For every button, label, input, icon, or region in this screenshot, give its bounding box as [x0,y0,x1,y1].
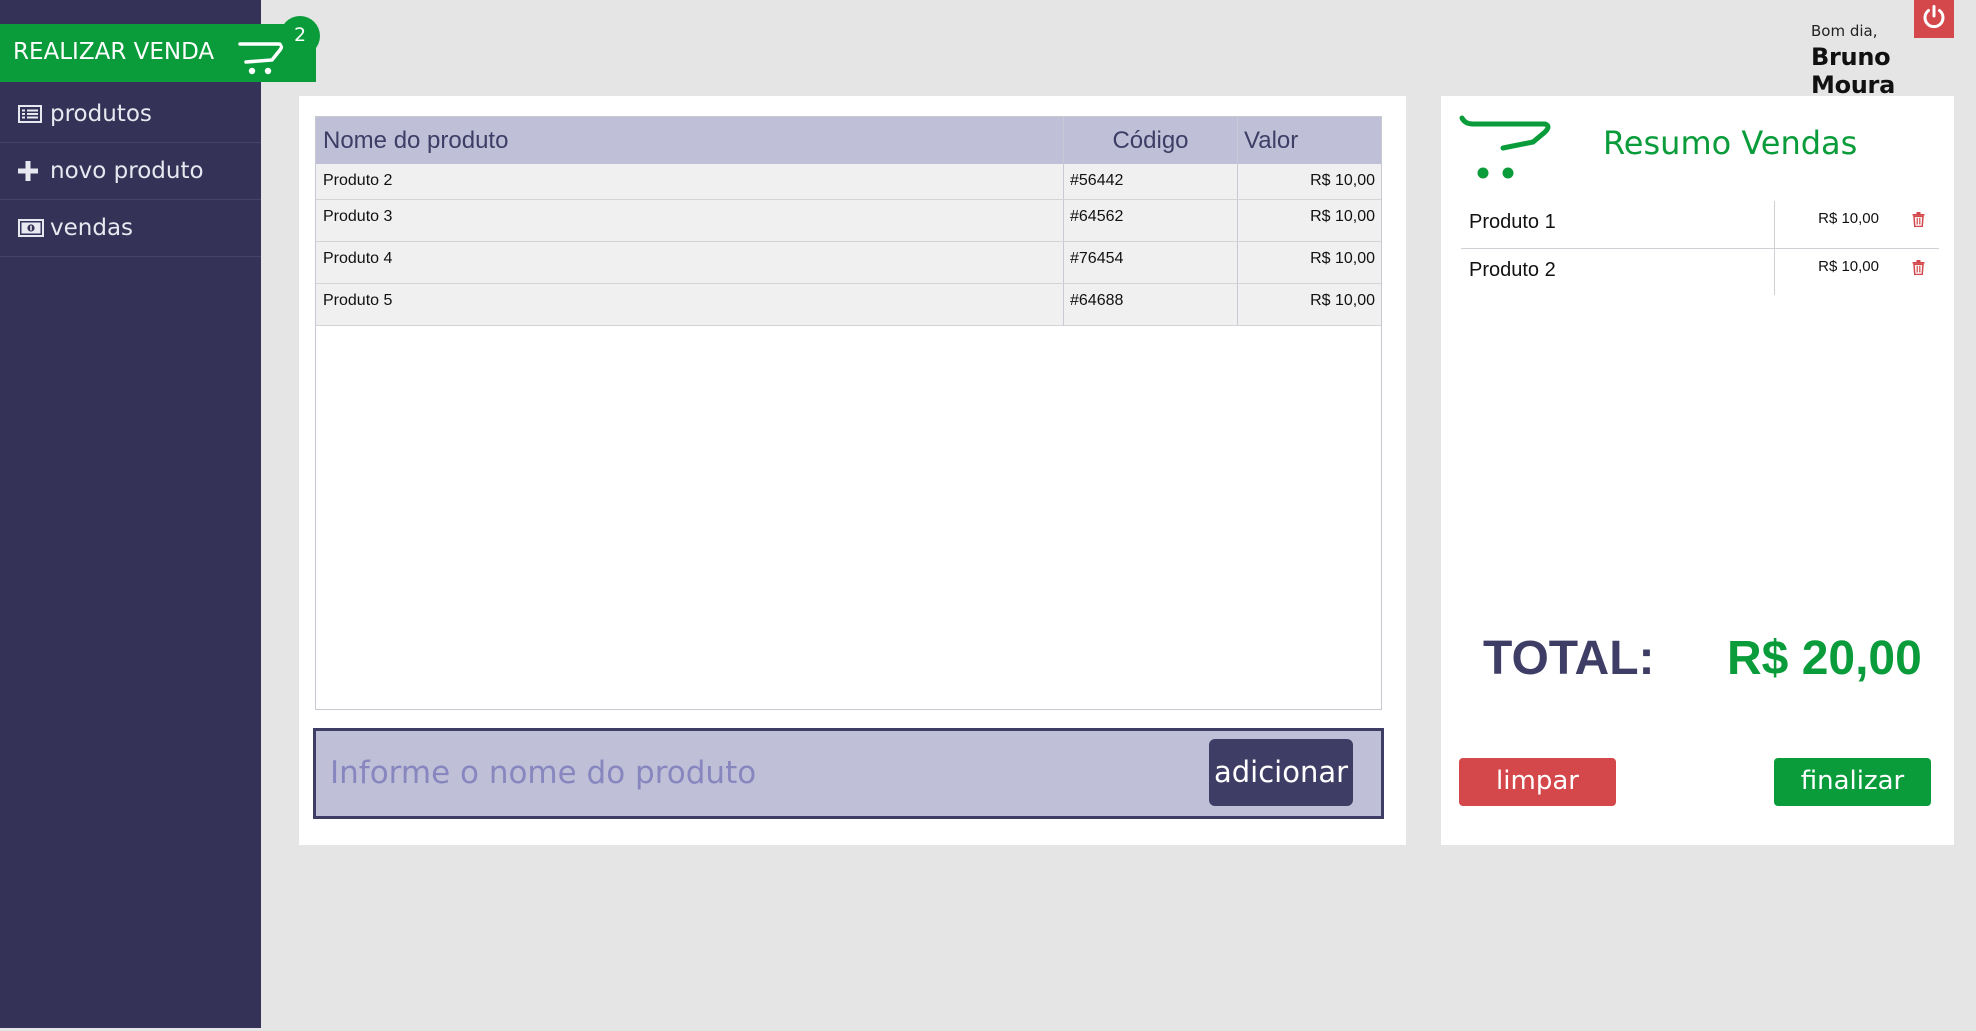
product-value: R$ 10,00 [1310,250,1375,267]
product-code: #76454 [1064,242,1238,283]
list-item[interactable]: Produto 2 R$ 10,00 [1461,248,1939,295]
table-row[interactable]: Produto 4 #76454 R$ 10,00 [316,242,1381,284]
cart-count-badge: 2 [280,16,320,56]
product-name: Produto 3 [316,200,1064,241]
user-name: Bruno Moura [1811,43,1895,99]
plus-icon [18,161,50,181]
sales-summary-panel: Resumo Vendas Produto 1 R$ 10,00 Produto… [1441,96,1954,845]
product-code: #64688 [1064,284,1238,325]
summary-item-value: R$ 10,00 [1818,210,1879,227]
sidebar-item-label: novo produto [50,158,204,184]
logout-button[interactable] [1914,0,1954,38]
product-name: Produto 4 [316,242,1064,283]
summary-item-name: Produto 1 [1461,201,1775,248]
product-value: R$ 10,00 [1310,208,1375,225]
products-panel: Nome do produto Código Valor Produto 2 #… [299,96,1406,845]
delete-item-button[interactable] [1897,201,1939,248]
product-value: R$ 10,00 [1310,292,1375,309]
table-row[interactable]: Produto 2 #56442 R$ 10,00 [316,164,1381,200]
summary-item-value: R$ 10,00 [1818,258,1879,275]
sidebar: produtos novo produto vendas [0,0,261,1028]
sidebar-item-produtos[interactable]: produtos [0,86,261,143]
table-header: Nome do produto Código Valor [316,117,1381,164]
summary-title: Resumo Vendas [1603,124,1858,162]
product-name-input[interactable] [330,751,1170,795]
products-table: Nome do produto Código Valor Produto 2 #… [315,116,1382,710]
list-icon [18,105,50,123]
sidebar-nav: produtos novo produto vendas [0,86,261,257]
greeting-text: Bom dia, [1811,22,1878,40]
summary-list: Produto 1 R$ 10,00 Produto 2 R$ 10,00 [1461,201,1939,295]
delete-item-button[interactable] [1897,249,1939,295]
shopping-cart-icon [1459,110,1555,191]
table-row[interactable]: Produto 5 #64688 R$ 10,00 [316,284,1381,326]
realizar-venda-button[interactable]: REALIZAR VENDA [0,24,316,82]
sidebar-item-label: vendas [50,215,134,241]
trash-icon [1912,258,1925,295]
column-header-valor[interactable]: Valor [1238,117,1381,164]
product-name: Produto 2 [316,164,1064,199]
summary-item-name: Produto 2 [1461,249,1775,295]
sidebar-item-label: produtos [50,101,152,127]
add-product-bar: adicionar [313,728,1384,819]
shopping-cart-icon [238,38,286,82]
trash-icon [1912,210,1925,248]
column-header-codigo[interactable]: Código [1064,117,1238,164]
product-value: R$ 10,00 [1310,172,1375,189]
realizar-venda-label: REALIZAR VENDA [13,39,215,65]
finalizar-button[interactable]: finalizar [1774,758,1931,806]
product-name: Produto 5 [316,284,1064,325]
total-label: TOTAL: [1483,632,1655,685]
column-header-nome[interactable]: Nome do produto [316,117,1064,164]
money-icon [18,219,50,237]
adicionar-button[interactable]: adicionar [1209,739,1353,806]
list-item[interactable]: Produto 1 R$ 10,00 [1461,201,1939,248]
product-code: #56442 [1064,164,1238,199]
sidebar-item-novo-produto[interactable]: novo produto [0,143,261,200]
table-row[interactable]: Produto 3 #64562 R$ 10,00 [316,200,1381,242]
sidebar-item-vendas[interactable]: vendas [0,200,261,257]
product-code: #64562 [1064,200,1238,241]
limpar-button[interactable]: limpar [1459,758,1616,806]
power-icon [1921,4,1947,35]
total-value: R$ 20,00 [1727,632,1922,685]
